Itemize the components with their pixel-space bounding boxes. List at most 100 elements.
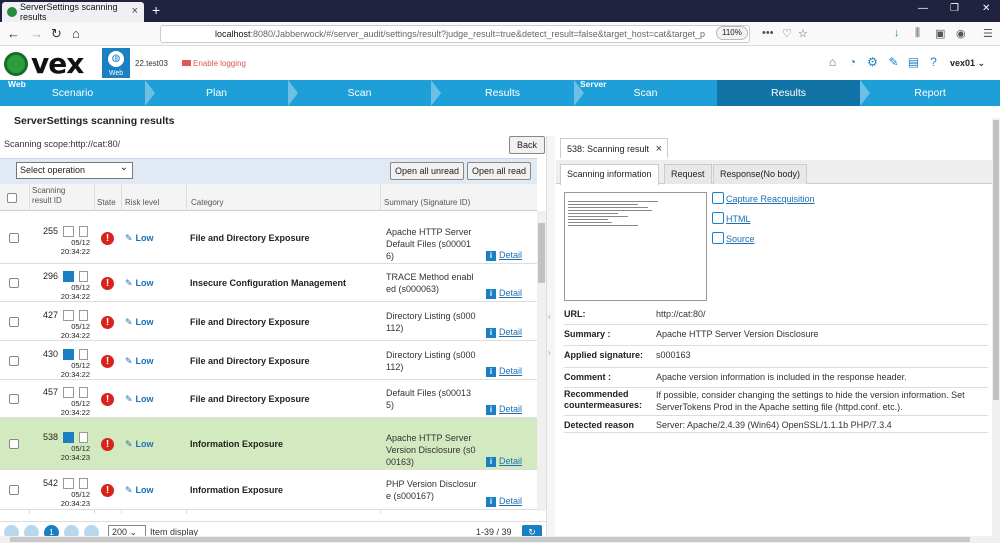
table-row[interactable]: 457 05/12 20:34:22! ✎ Low File and Directory … [0,380,537,418]
close-tab-icon[interactable]: × [132,5,138,17]
read-mail-icon[interactable] [63,432,74,443]
document-icon[interactable] [79,432,88,443]
row-checkbox[interactable] [9,317,19,327]
horizontal-scroll-thumb[interactable] [10,537,970,542]
table-row[interactable]: 427 05/12 20:34:22! ✎ Low File and Directory … [0,302,537,341]
table-row[interactable]: 542 05/12 20:34:23! ✎ Low Information Exposur… [0,470,537,510]
document-icon[interactable] [79,478,88,489]
detail-link[interactable]: i Detail [486,288,522,299]
operation-select[interactable]: Select operation [16,160,133,179]
table-scrollbar[interactable] [537,211,546,511]
detail-tab[interactable]: 538: Scanning result × [560,138,668,158]
browser-tab[interactable]: ServerSettings scanning results × [2,2,144,22]
step-server-scan[interactable]: Scan [574,80,717,106]
dashboard-icon[interactable]: ◔ [846,56,859,69]
close-detail-icon[interactable]: × [656,139,662,159]
page-scrollbar[interactable] [992,118,1000,536]
table-row[interactable]: 255 05/12 20:34:22! ✎ Low File and Directory … [0,211,537,264]
header-state[interactable]: State [97,198,116,208]
forward-icon[interactable]: → [30,26,43,42]
new-tab-icon[interactable]: + [152,2,160,18]
menu-icon[interactable]: ☰ [983,27,993,40]
row-checkbox[interactable] [9,485,19,495]
table-row[interactable]: 430 05/12 20:34:22! ✎ Low File and Directory … [0,341,537,380]
enable-logging[interactable]: Enable logging [182,59,246,68]
url-bar[interactable]: localhost:8080/Jabberwock/#/server_audit… [160,25,750,43]
risk-level[interactable]: ✎ Low [125,394,154,405]
tab-scanning-information[interactable]: Scanning information [560,164,659,185]
more-icon[interactable]: ••• [762,27,774,39]
risk-level[interactable]: ✎ Low [125,317,154,328]
document-icon[interactable] [79,226,88,237]
document-icon[interactable] [79,271,88,282]
row-checkbox[interactable] [9,233,19,243]
unread-mail-icon[interactable] [63,387,74,398]
minimize-icon[interactable]: — [918,3,928,14]
account-icon[interactable]: ◉ [956,27,966,40]
unread-mail-icon[interactable] [63,226,74,237]
help-icon[interactable]: ? [927,56,940,69]
detail-link[interactable]: i Detail [486,250,522,261]
zoom-level[interactable]: 110% [716,26,748,40]
header-summary[interactable]: Summary (Signature ID) [384,198,470,208]
restore-icon[interactable]: ❐ [950,3,959,14]
detail-link[interactable]: i Detail [486,456,522,467]
step-web-results[interactable]: Results [431,80,574,106]
detail-link[interactable]: i Detail [486,496,522,507]
table-row[interactable]: 538 05/12 20:34:23! ✎ Low Information Exposur… [0,418,537,470]
header-result-id[interactable]: Scanning result ID [32,186,72,206]
read-mail-icon[interactable] [63,349,74,360]
step-scenario[interactable]: Scenario [0,80,145,106]
back-icon[interactable]: ← [7,26,20,42]
back-button[interactable]: Back [509,136,545,154]
pocket-icon[interactable]: ♡ [782,27,792,40]
download-icon[interactable]: ↓ [894,27,900,39]
user-menu[interactable]: vex01 ⌄ [950,58,985,69]
home-icon[interactable]: ⌂ [826,56,839,69]
risk-level[interactable]: ✎ Low [125,439,154,450]
table-row[interactable]: 296 05/12 20:34:22! ✎ Low Insecure Configurat… [0,264,537,302]
collapse-left-icon[interactable]: ‹ [548,312,551,321]
row-checkbox[interactable] [9,278,19,288]
risk-level[interactable]: ✎ Low [125,356,154,367]
sidebar-icon[interactable]: ▣ [935,27,945,40]
table-scroll-thumb[interactable] [538,223,545,283]
tab-request[interactable]: Request [664,164,712,184]
open-all-read-button[interactable]: Open all read [467,162,531,180]
risk-level[interactable]: ✎ Low [125,278,154,289]
risk-level[interactable]: ✎ Low [125,233,154,244]
step-server-results[interactable]: Results [717,80,860,106]
horizontal-scrollbar[interactable] [0,536,1000,543]
unread-mail-icon[interactable] [63,478,74,489]
open-all-unread-button[interactable]: Open all unread [390,162,464,180]
tab-response[interactable]: Response(No body) [713,164,808,184]
collapse-right-icon[interactable]: › [548,348,551,357]
document-icon[interactable] [79,387,88,398]
read-mail-icon[interactable] [63,271,74,282]
step-report[interactable]: Report [860,80,1000,106]
bookmark-star-icon[interactable]: ☆ [798,27,808,40]
panel-splitter[interactable]: ‹ › [546,136,555,536]
home-icon[interactable]: ⌂ [72,26,80,42]
detail-link[interactable]: i Detail [486,327,522,338]
page-scroll-thumb[interactable] [993,120,999,400]
row-checkbox[interactable] [9,394,19,404]
select-all-checkbox[interactable] [7,193,17,203]
reload-icon[interactable]: ↻ [51,26,62,42]
capture-thumbnail[interactable] [564,192,707,301]
row-checkbox[interactable] [9,356,19,366]
vex-logo[interactable]: vex [4,47,100,80]
window-close-icon[interactable]: ✕ [982,3,990,14]
document-icon[interactable] [79,349,88,360]
wrench-icon[interactable]: ✎ [887,56,900,69]
html-link[interactable]: HTML [712,212,815,232]
gear-icon[interactable]: ⚙ [866,56,879,69]
step-plan[interactable]: Plan [145,80,288,106]
document-icon[interactable] [79,310,88,321]
header-risk-level[interactable]: Risk level [125,198,159,208]
risk-level[interactable]: ✎ Low [125,485,154,496]
step-web-scan[interactable]: Scan [288,80,431,106]
header-category[interactable]: Category [191,198,223,208]
book-icon[interactable]: ▤ [907,56,920,69]
detail-link[interactable]: i Detail [486,366,522,377]
